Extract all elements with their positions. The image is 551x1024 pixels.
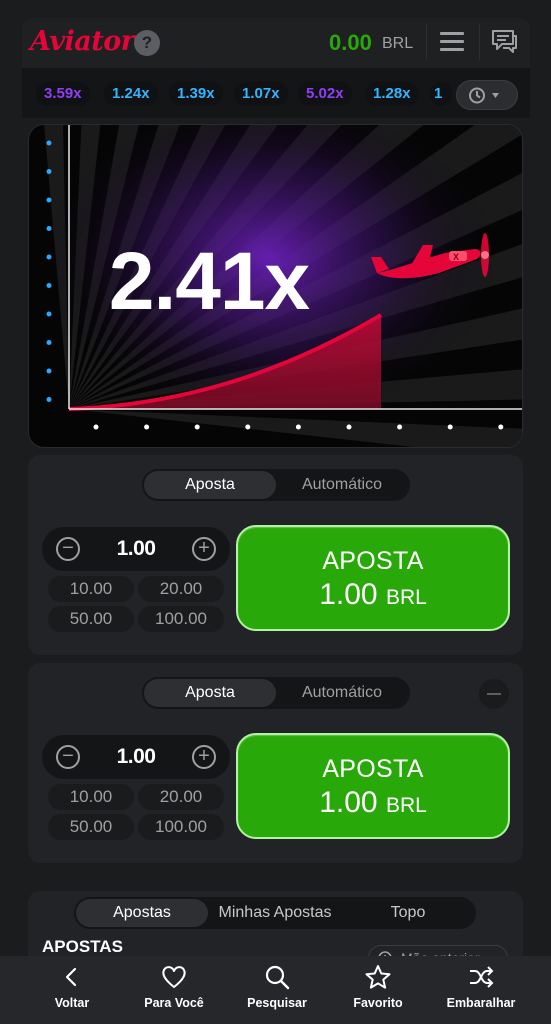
quick-amount-button[interactable]: 50.00 [48,814,134,840]
bet-panel-1: Aposta Automático − 1.00 + 10.00 20.00 5… [28,455,523,655]
quick-amount-button[interactable]: 20.00 [138,784,224,810]
tab-automatico[interactable]: Automático [276,679,408,707]
nav-pesquisar[interactable]: Pesquisar [232,964,322,1010]
quick-amount-button[interactable]: 50.00 [48,606,134,632]
multiplier-history: 3.59x 1.24x 1.39x 1.07x 5.02x 1.28x 1 [22,68,530,118]
history-multiplier: 3.59x [36,82,90,106]
axis-dot [46,226,52,231]
axis-dot [46,340,52,345]
history-multiplier: 1.07x [234,82,288,106]
stake-input[interactable]: 1.00 [92,537,180,561]
tab-aposta[interactable]: Aposta [144,471,276,499]
svg-text:X: X [453,252,459,262]
shuffle-icon [470,966,494,988]
remove-panel-button[interactable] [479,679,509,709]
history-icon [469,87,499,104]
history-multiplier: 5.02x [298,82,352,106]
history-multiplier: 1.24x [104,82,158,106]
bet-button-amount: 1.00 [319,578,378,611]
quick-amount-button[interactable]: 100.00 [138,606,224,632]
airplane-icon: X [371,233,489,279]
nav-label: Voltar [54,996,90,1010]
bet-panel-2: Aposta Automático − 1.00 + 10.00 20.00 5… [28,663,523,863]
axis-dot [46,397,52,402]
quick-amount-button[interactable]: 10.00 [48,576,134,602]
bet-mode-tabs: Aposta Automático [142,677,410,709]
menu-icon[interactable] [440,32,464,52]
place-bet-button[interactable]: APOSTA 1.00 BRL [236,525,510,631]
history-multiplier: 1.39x [169,82,223,106]
search-icon [265,965,290,990]
history-multiplier: 1.28x [365,82,419,106]
increase-stake-button[interactable]: + [192,745,216,769]
nav-favorito[interactable]: Favorito [333,964,423,1010]
tab-apostas[interactable]: Apostas [76,899,208,927]
bets-title: APOSTAS [42,937,123,956]
axis-dot [397,424,403,430]
nav-voltar[interactable]: Voltar [27,964,117,1010]
nav-label: Favorito [353,996,403,1010]
bottom-nav: Voltar Para Você Pesquisar Favorito Emba… [0,956,551,1024]
bet-button-currency: BRL [385,794,427,817]
aviator-logo: Aviator [30,26,135,57]
nav-label: Pesquisar [247,996,307,1010]
nav-embaralhar[interactable]: Embaralhar [436,964,526,1010]
divider [426,24,427,60]
axis-dot [498,424,504,430]
axis-dot [245,424,251,430]
star-icon [365,965,391,989]
balance-value: 0.00 [329,30,372,55]
quick-amount-button[interactable]: 100.00 [138,814,224,840]
history-toggle-button[interactable] [456,80,518,110]
bet-button-amount: 1.00 [319,786,378,819]
axis-dot [46,169,52,174]
heart-icon [162,966,186,988]
axis-dot [46,197,52,203]
bets-tabs: Apostas Minhas Apostas Topo [74,897,476,929]
increase-stake-button[interactable]: + [192,537,216,561]
axis-dot [46,368,52,374]
stake-input[interactable]: 1.00 [92,745,180,769]
axis-dot [295,424,301,430]
stake-stepper: − 1.00 + [42,735,230,779]
help-button[interactable]: ? [134,30,160,56]
header: Aviator ? 0.00 BRL [22,18,530,68]
axis-dot [346,424,352,430]
axis-dot [194,424,200,430]
balance-currency: BRL [382,35,414,52]
tab-minhas-apostas[interactable]: Minhas Apostas [208,899,342,927]
tab-automatico[interactable]: Automático [276,471,408,499]
chat-icon[interactable] [490,28,518,54]
bet-button-label: APOSTA [322,755,424,783]
chevron-left-icon [65,967,77,987]
nav-label: Embaralhar [446,996,516,1010]
axis-dot [447,424,453,430]
nav-para-voce[interactable]: Para Você [129,964,219,1010]
bet-button-currency: BRL [385,586,427,609]
divider [479,24,480,60]
current-multiplier: 2.41x [108,236,310,327]
axis-dot [93,424,99,430]
axis-dot [144,424,150,430]
decrease-stake-button[interactable]: − [56,537,80,561]
game-canvas: 2.41x X [28,124,523,448]
bet-mode-tabs: Aposta Automático [142,469,410,501]
axis-dot [46,140,52,146]
tab-aposta[interactable]: Aposta [144,679,276,707]
bet-button-label: APOSTA [322,547,424,575]
nav-label: Para Você [144,996,204,1010]
place-bet-button[interactable]: APOSTA 1.00 BRL [236,733,510,839]
quick-amount-button[interactable]: 20.00 [138,576,224,602]
quick-amount-button[interactable]: 10.00 [48,784,134,810]
tab-topo[interactable]: Topo [342,899,474,927]
stake-stepper: − 1.00 + [42,527,230,571]
history-multiplier: 1 [430,82,452,106]
decrease-stake-button[interactable]: − [56,745,80,769]
